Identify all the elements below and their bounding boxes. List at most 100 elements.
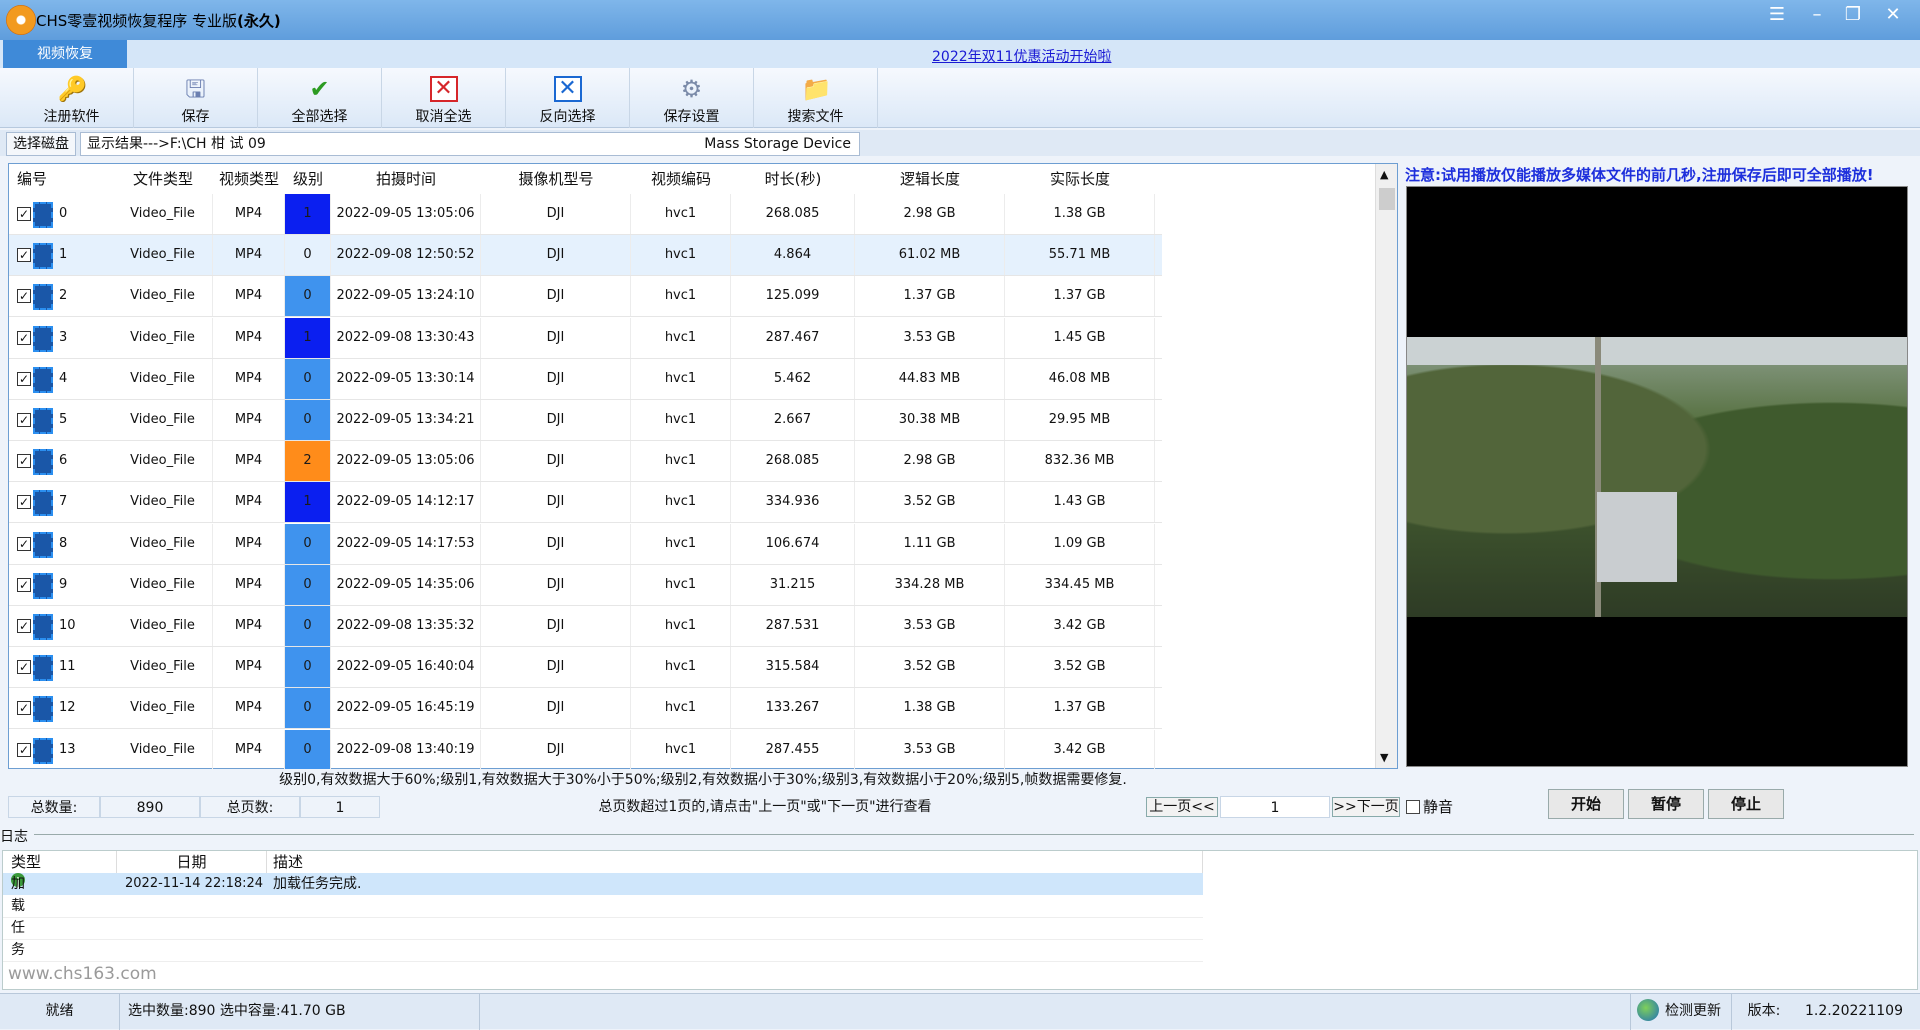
table-row[interactable]: ✓ 3 Video_File MP4 1 2022-09-08 13:30:43 DJI hv… bbox=[9, 317, 1162, 359]
table-row[interactable]: ✓ 8 Video_File MP4 0 2022-09-05 14:17:53 DJI hv… bbox=[9, 523, 1162, 565]
row-checkbox[interactable]: ✓ bbox=[17, 701, 31, 716]
result-path-text: 显示结果--->F:\CH 柑 试 09 bbox=[87, 136, 266, 152]
cell-codec: hvc1 bbox=[631, 688, 731, 729]
col-header-camera[interactable]: 摄像机型号 bbox=[481, 164, 631, 194]
row-checkbox[interactable]: ✓ bbox=[17, 371, 31, 386]
col-header-level[interactable]: 级别 bbox=[285, 164, 331, 194]
cell-video-type: MP4 bbox=[213, 523, 285, 564]
row-checkbox[interactable]: ✓ bbox=[17, 330, 31, 345]
restore-icon[interactable]: ❐ bbox=[1838, 4, 1868, 28]
scroll-down-icon[interactable]: ▼ bbox=[1380, 751, 1388, 764]
version-value: 1.2.20221109 bbox=[1805, 1003, 1903, 1019]
row-checkbox[interactable]: ✓ bbox=[17, 207, 31, 221]
cell-logical: 1.11 GB bbox=[855, 523, 1005, 564]
row-checkbox[interactable]: ✓ bbox=[17, 742, 31, 757]
table-row[interactable]: ✓ 2 Video_File MP4 0 2022-09-05 13:24:10 DJI hv… bbox=[9, 276, 1162, 318]
log-row[interactable]: i 加载任务 2022-11-14 22:18:24 加载任务完成. bbox=[3, 873, 1203, 958]
save-settings-button[interactable]: ⚙ 保存设置 bbox=[630, 68, 754, 128]
cell-logical: 3.53 GB bbox=[855, 729, 1005, 770]
cell-level: 0 bbox=[285, 688, 331, 729]
close-icon[interactable]: ✕ bbox=[1878, 4, 1908, 28]
row-checkbox[interactable]: ✓ bbox=[17, 413, 31, 427]
promo-link[interactable]: 2022年双11优惠活动开始啦 bbox=[932, 46, 1111, 66]
cell-time: 2022-09-05 14:35:06 bbox=[331, 564, 481, 605]
tab-video-recovery[interactable]: 视频恢复 bbox=[3, 40, 127, 68]
cell-video-type: MP4 bbox=[213, 276, 285, 317]
table-row[interactable]: ✓ 7 Video_File MP4 1 2022-09-05 14:12:17 DJI hv… bbox=[9, 482, 1162, 524]
row-checkbox[interactable]: ✓ bbox=[17, 660, 31, 675]
col-header-video-type[interactable]: 视频类型 bbox=[213, 164, 285, 194]
row-checkbox[interactable]: ✓ bbox=[17, 495, 31, 510]
prev-page-button[interactable]: 上一页<< bbox=[1146, 797, 1218, 817]
table-row[interactable]: ✓ 1 Video_File MP4 0 2022-09-08 12:50:52 DJI hv… bbox=[9, 235, 1162, 277]
table-row[interactable]: ✓ 11 Video_File MP4 0 2022-09-05 16:40:04 DJI h… bbox=[9, 647, 1162, 689]
start-button[interactable]: 开始 bbox=[1548, 789, 1624, 819]
log-header-type[interactable]: 类型 bbox=[3, 851, 117, 873]
tab-select-disk[interactable]: 选择磁盘 bbox=[6, 132, 76, 156]
table-row[interactable]: ✓ 0 Video_File MP4 1 2022-09-05 13:05:06 DJI hv… bbox=[9, 194, 1162, 235]
table-row[interactable]: ✓ 6 Video_File MP4 2 2022-09-05 13:05:06 DJI hv… bbox=[9, 441, 1162, 483]
cell-time: 2022-09-05 13:24:10 bbox=[331, 276, 481, 317]
save-button[interactable]: 🖫 保存 bbox=[134, 68, 258, 128]
log-header-date[interactable]: 日期 bbox=[117, 851, 267, 873]
log-gridline bbox=[3, 917, 1203, 918]
cell-duration: 2.667 bbox=[731, 400, 855, 440]
cell-file-type: Video_File bbox=[113, 358, 213, 399]
scroll-up-icon[interactable]: ▲ bbox=[1380, 168, 1388, 181]
table-row[interactable]: ✓ 13 Video_File MP4 0 2022-09-08 13:40:19 DJI h… bbox=[9, 729, 1162, 771]
row-checkbox[interactable]: ✓ bbox=[17, 289, 31, 304]
col-header-logical-size[interactable]: 逻辑长度 bbox=[855, 164, 1005, 194]
minimize-icon[interactable]: – bbox=[1802, 4, 1832, 28]
cell-duration: 4.864 bbox=[731, 235, 855, 276]
col-header-actual-size[interactable]: 实际长度 bbox=[1005, 164, 1155, 194]
row-checkbox[interactable]: ✓ bbox=[17, 454, 31, 469]
row-id: 11 bbox=[59, 659, 76, 675]
table-row[interactable]: ✓ 9 Video_File MP4 0 2022-09-05 14:35:06 DJI hv… bbox=[9, 564, 1162, 606]
col-header-file-type[interactable]: 文件类型 bbox=[113, 164, 213, 194]
stop-button[interactable]: 停止 bbox=[1708, 789, 1784, 819]
scroll-thumb[interactable] bbox=[1379, 188, 1395, 210]
total-pages: 1 bbox=[300, 796, 380, 818]
col-header-shoot-time[interactable]: 拍摄时间 bbox=[331, 164, 481, 194]
cell-logical: 2.98 GB bbox=[855, 441, 1005, 482]
mute-checkbox[interactable]: 静音 bbox=[1406, 796, 1453, 817]
row-checkbox[interactable]: ✓ bbox=[17, 536, 31, 551]
table-row[interactable]: ✓ 5 Video_File MP4 0 2022-09-05 13:34:21 DJI hv… bbox=[9, 400, 1162, 441]
next-page-button[interactable]: >>下一页 bbox=[1332, 797, 1400, 817]
x-blue-icon: ✕ bbox=[553, 76, 582, 102]
register-button[interactable]: 🔑 注册软件 bbox=[10, 68, 134, 128]
check-update-button[interactable]: 检测更新 bbox=[1630, 994, 1732, 1030]
cell-actual: 1.43 GB bbox=[1005, 482, 1155, 523]
mute-box[interactable] bbox=[1406, 800, 1420, 814]
col-header-codec[interactable]: 视频编码 bbox=[631, 164, 731, 194]
col-header-duration[interactable]: 时长(秒) bbox=[731, 164, 855, 194]
cell-camera: DJI bbox=[481, 276, 631, 317]
video-file-icon bbox=[33, 655, 53, 682]
invert-selection-button[interactable]: ✕ 反向选择 bbox=[506, 68, 630, 128]
pause-button[interactable]: 暂停 bbox=[1628, 789, 1704, 819]
table-row[interactable]: ✓ 4 Video_File MP4 0 2022-09-05 13:30:14 DJI hv… bbox=[9, 358, 1162, 400]
table-row[interactable]: ✓ 12 Video_File MP4 0 2022-09-05 16:45:19 DJI h… bbox=[9, 688, 1162, 730]
log-header-desc[interactable]: 描述 bbox=[267, 851, 1203, 873]
row-id: 2 bbox=[59, 288, 68, 304]
cell-camera: DJI bbox=[481, 647, 631, 688]
row-id: 6 bbox=[59, 453, 68, 469]
menu-icon[interactable]: ☰ bbox=[1762, 4, 1792, 28]
cell-file-type: Video_File bbox=[113, 647, 213, 688]
deselect-all-label: 取消全选 bbox=[415, 109, 472, 125]
row-checkbox[interactable]: ✓ bbox=[17, 619, 31, 633]
table-row[interactable]: ✓ 10 Video_File MP4 0 2022-09-08 13:35:32 DJI h… bbox=[9, 606, 1162, 647]
invert-selection-label: 反向选择 bbox=[539, 109, 596, 125]
col-header-id[interactable]: 编号 bbox=[9, 164, 113, 194]
row-checkbox[interactable]: ✓ bbox=[17, 577, 31, 592]
tab-result-path[interactable]: 显示结果--->F:\CH 柑 试 09 Mass Storage Device bbox=[80, 132, 860, 156]
row-checkbox[interactable]: ✓ bbox=[17, 248, 31, 263]
table-scrollbar[interactable]: ▲ ▼ bbox=[1375, 164, 1397, 768]
select-all-button[interactable]: ✔ 全部选择 bbox=[258, 68, 382, 128]
save-icon: 🖫 bbox=[185, 75, 206, 103]
deselect-all-button[interactable]: ✕ 取消全选 bbox=[382, 68, 506, 128]
search-files-button[interactable]: 📁 搜索文件 bbox=[754, 68, 878, 128]
cell-actual: 46.08 MB bbox=[1005, 358, 1155, 399]
total-count: 890 bbox=[100, 796, 200, 818]
page-input[interactable]: 1 bbox=[1220, 796, 1330, 818]
